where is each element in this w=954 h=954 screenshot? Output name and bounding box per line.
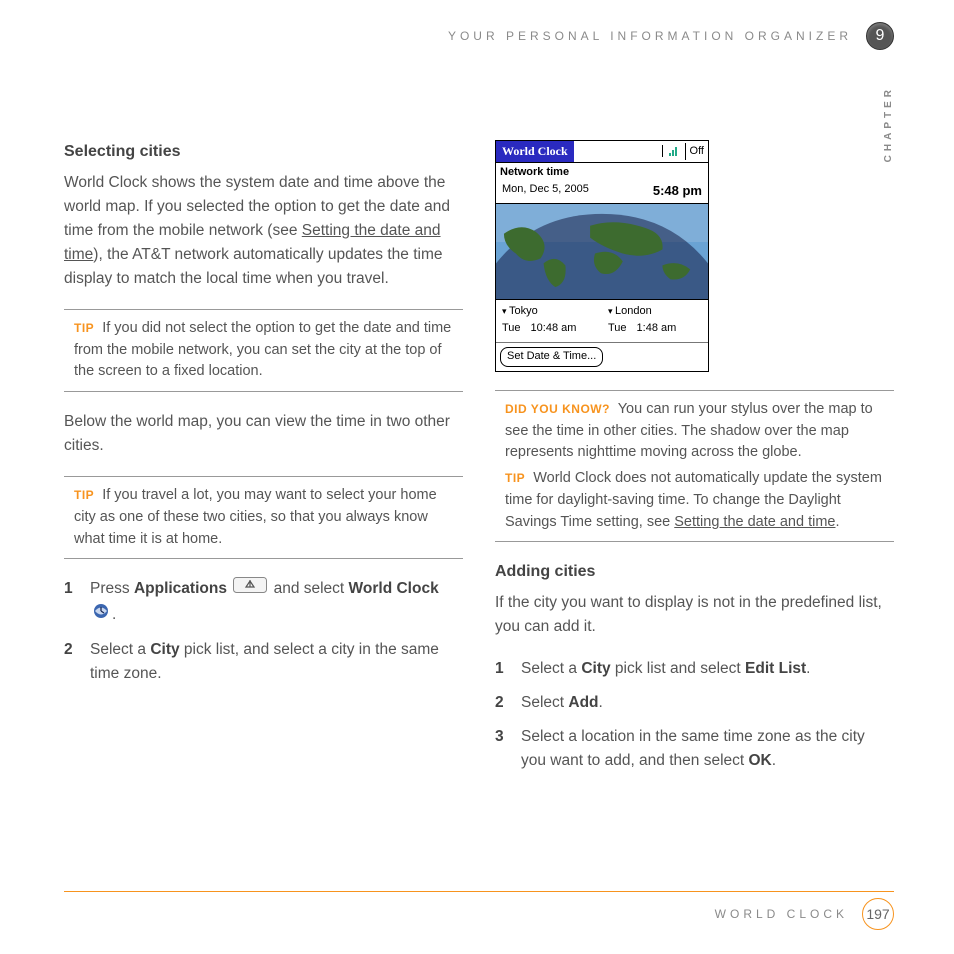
off-toggle: Off [685, 143, 708, 160]
paragraph: Below the world map, you can view the ti… [64, 410, 463, 458]
tip-label: TIP [505, 471, 525, 485]
tip-callout: TIP World Clock does not automatically u… [495, 466, 894, 542]
world-map [496, 204, 708, 300]
applications-key-icon [233, 577, 267, 601]
page-number: 197 [862, 898, 894, 930]
heading-selecting-cities: Selecting cities [64, 140, 463, 165]
manual-page: YOUR PERSONAL INFORMATION ORGANIZER 9 CH… [0, 0, 954, 954]
paragraph: If the city you want to display is not i… [495, 591, 894, 639]
step-item: Select a City pick list and select Edit … [495, 657, 894, 681]
step-item: Select a City pick list, and select a ci… [64, 638, 463, 686]
steps-list: Press Applications and select World Cloc… [64, 577, 463, 685]
tip-label: TIP [74, 321, 94, 335]
steps-list: Select a City pick list and select Edit … [495, 657, 894, 773]
signal-icon [662, 145, 685, 157]
page-header: YOUR PERSONAL INFORMATION ORGANIZER 9 [448, 22, 894, 50]
step-item: Select Add. [495, 691, 894, 715]
wc-date-row: Mon, Dec 5, 2005 5:48 pm [496, 181, 708, 204]
link-setting-date-time[interactable]: Setting the date and time [674, 514, 835, 530]
set-date-time-button: Set Date & Time... [500, 347, 603, 367]
wc-city-1: Tokyo Tue10:48 am [496, 300, 602, 342]
paragraph: World Clock shows the system date and ti… [64, 171, 463, 291]
chapter-number-badge: 9 [866, 22, 894, 50]
section-title: YOUR PERSONAL INFORMATION ORGANIZER [448, 29, 852, 43]
tip-label: TIP [74, 488, 94, 502]
world-clock-icon [92, 602, 110, 628]
wc-date: Mon, Dec 5, 2005 [502, 181, 589, 201]
tip-callout: TIP If you travel a lot, you may want to… [64, 476, 463, 559]
dyk-label: DID YOU KNOW? [505, 402, 610, 416]
did-you-know-callout: DID YOU KNOW? You can run your stylus ov… [495, 390, 894, 466]
world-clock-screenshot: World Clock Off Network time Mon, Dec 5,… [495, 140, 709, 372]
footer-section: WORLD CLOCK [715, 907, 848, 921]
content-columns: Selecting cities World Clock shows the s… [64, 24, 894, 783]
wc-titlebar: World Clock Off [496, 141, 708, 163]
wc-subhead: Network time [496, 163, 708, 181]
heading-adding-cities: Adding cities [495, 560, 894, 585]
step-item: Press Applications and select World Cloc… [64, 577, 463, 627]
chapter-label: CHAPTER [883, 86, 894, 162]
tip-callout: TIP If you did not select the option to … [64, 309, 463, 392]
wc-time: 5:48 pm [653, 181, 702, 201]
left-column: Selecting cities World Clock shows the s… [64, 140, 463, 783]
step-item: Select a location in the same time zone … [495, 725, 894, 773]
wc-city-2: London Tue1:48 am [602, 300, 708, 342]
wc-city-row: Tokyo Tue10:48 am London Tue1:48 am [496, 300, 708, 343]
page-footer: WORLD CLOCK 197 [64, 891, 894, 930]
right-column: World Clock Off Network time Mon, Dec 5,… [495, 140, 894, 783]
wc-app-title: World Clock [496, 141, 574, 162]
